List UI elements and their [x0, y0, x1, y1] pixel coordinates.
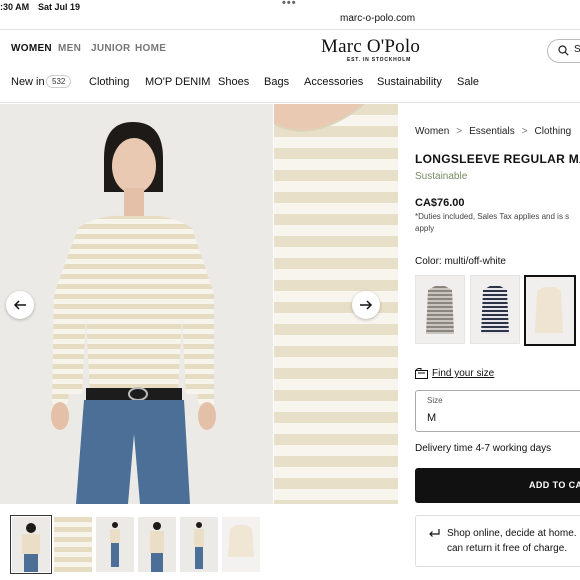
breadcrumb: Women > Essentials > Clothing: [415, 126, 571, 137]
product-price: CA$76.00: [415, 197, 465, 209]
thumbnail-1[interactable]: [10, 515, 52, 574]
previous-image-button[interactable]: [6, 291, 34, 319]
add-to-cart-button[interactable]: ADD TO CART: [415, 468, 580, 503]
thumbnail-image: [110, 522, 120, 567]
thumbnail-image: [194, 522, 204, 569]
brand-logo[interactable]: Marc O'Polo: [321, 36, 420, 58]
address-bar[interactable]: marc-o-polo.com: [0, 12, 580, 28]
price-note-line-2: apply: [415, 224, 435, 233]
category-bags[interactable]: Bags: [264, 76, 289, 88]
search-label: S: [574, 44, 580, 55]
browser-more-icon[interactable]: •••: [282, 0, 297, 9]
url-text[interactable]: marc-o-polo.com: [340, 13, 415, 24]
divider: [0, 29, 580, 30]
status-bar: :30 AM Sat Jul 19 •••: [0, 0, 580, 12]
size-value[interactable]: M: [427, 412, 436, 424]
nav-home[interactable]: HOME: [135, 43, 166, 54]
search-icon: [558, 45, 569, 56]
breadcrumb-essentials[interactable]: Essentials: [469, 126, 515, 137]
nav-men[interactable]: MEN: [58, 43, 81, 54]
nav-women[interactable]: WOMEN: [11, 43, 52, 54]
thumbnail-image: [54, 517, 92, 572]
new-in-count-badge: 532: [46, 75, 72, 88]
swatch-image: [481, 286, 509, 334]
color-swatch-navy-stripe[interactable]: [470, 275, 520, 344]
category-denim[interactable]: MO'P DENIM: [145, 76, 210, 88]
category-accessories[interactable]: Accessories: [304, 76, 363, 88]
next-image-button[interactable]: [352, 291, 380, 319]
add-to-cart-label: ADD TO CART: [529, 480, 580, 490]
nav-junior[interactable]: JUNIOR: [91, 43, 131, 54]
return-arrow-icon: [429, 529, 440, 537]
model-photo: [0, 104, 273, 504]
category-shoes[interactable]: Shoes: [218, 76, 249, 88]
swatch-image: [426, 286, 454, 334]
size-select[interactable]: Size M: [415, 390, 580, 432]
breadcrumb-clothing[interactable]: Clothing: [535, 126, 572, 137]
color-swatch-multi-off-white[interactable]: [524, 275, 576, 346]
product-title: LONGSLEEVE REGULAR MADE: [415, 152, 580, 166]
find-your-size-label[interactable]: Find your size: [432, 368, 494, 379]
category-sale[interactable]: Sale: [457, 76, 479, 88]
arrow-right-icon: [360, 300, 373, 310]
price-note: *Duties included, Sales Tax applies and …: [415, 211, 580, 235]
breadcrumb-separator: >: [521, 126, 528, 137]
swatch-image: [535, 287, 563, 333]
status-date: Sat Jul 19: [38, 2, 81, 12]
thumbnail-2[interactable]: [54, 517, 92, 572]
status-time: :30 AM: [0, 2, 30, 12]
sustainable-label[interactable]: Sustainable: [415, 171, 467, 182]
thumbnail-image: [150, 522, 164, 572]
find-your-size-link[interactable]: Find your size: [415, 368, 494, 382]
category-sustainability[interactable]: Sustainability: [377, 76, 442, 88]
category-clothing[interactable]: Clothing: [89, 76, 129, 88]
thumbnail-image: [22, 523, 40, 572]
color-label: Color: multi/off-white: [415, 256, 506, 267]
thumbnail-3[interactable]: [96, 517, 134, 572]
product-image-main[interactable]: [0, 104, 273, 504]
color-swatch-grey-stripe[interactable]: [415, 275, 465, 344]
brand-tagline: EST. IN STOCKHOLM: [347, 57, 412, 63]
thumbnail-5[interactable]: [180, 517, 218, 572]
divider: [0, 102, 580, 103]
price-note-line-1: *Duties included, Sales Tax applies and …: [415, 212, 570, 221]
thumbnail-image: [228, 525, 254, 557]
breadcrumb-women[interactable]: Women: [415, 126, 449, 137]
size-guide-icon: [415, 368, 428, 379]
delivery-time: Delivery time 4-7 working days: [415, 443, 552, 454]
breadcrumb-separator: >: [456, 126, 463, 137]
search-input[interactable]: S: [547, 39, 580, 63]
returns-info: Shop online, decide at home. can return …: [415, 515, 580, 567]
thumbnail-4[interactable]: [138, 517, 176, 572]
thumbnail-6[interactable]: [222, 517, 260, 572]
category-new-in[interactable]: New in: [11, 76, 45, 88]
size-label: Size: [427, 396, 443, 405]
returns-line-2: can return it free of charge.: [447, 543, 568, 554]
returns-line-1: Shop online, decide at home.: [447, 528, 577, 539]
arrow-left-icon: [13, 300, 26, 310]
